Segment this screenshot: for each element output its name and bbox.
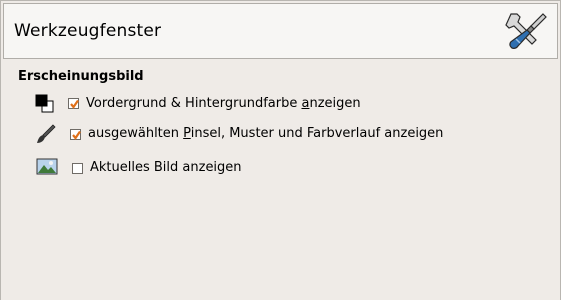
active-image-checkbox[interactable]	[72, 163, 83, 174]
active-image-label[interactable]: Aktuelles Bild anzeigen	[90, 160, 242, 175]
brush-pattern-gradient-checkbox[interactable]	[70, 129, 81, 140]
brush-icon	[35, 123, 57, 145]
preferences-panel: Werkzeugfenster Erscheinungsbild Vorderg…	[0, 0, 561, 300]
fg-bg-color-icon	[34, 93, 56, 115]
fg-bg-color-label[interactable]: Vordergrund & Hintergrundfarbe anzeigen	[86, 96, 361, 111]
fg-bg-color-checkbox[interactable]	[68, 98, 79, 109]
section-title: Erscheinungsbild	[18, 69, 144, 84]
brush-pattern-gradient-label[interactable]: ausgewählten Pinsel, Muster und Farbverl…	[88, 126, 443, 141]
panel-header: Werkzeugfenster	[3, 3, 558, 59]
tools-wrench-screwdriver-icon	[503, 8, 551, 56]
image-icon	[36, 156, 58, 178]
panel-title: Werkzeugfenster	[14, 21, 162, 41]
